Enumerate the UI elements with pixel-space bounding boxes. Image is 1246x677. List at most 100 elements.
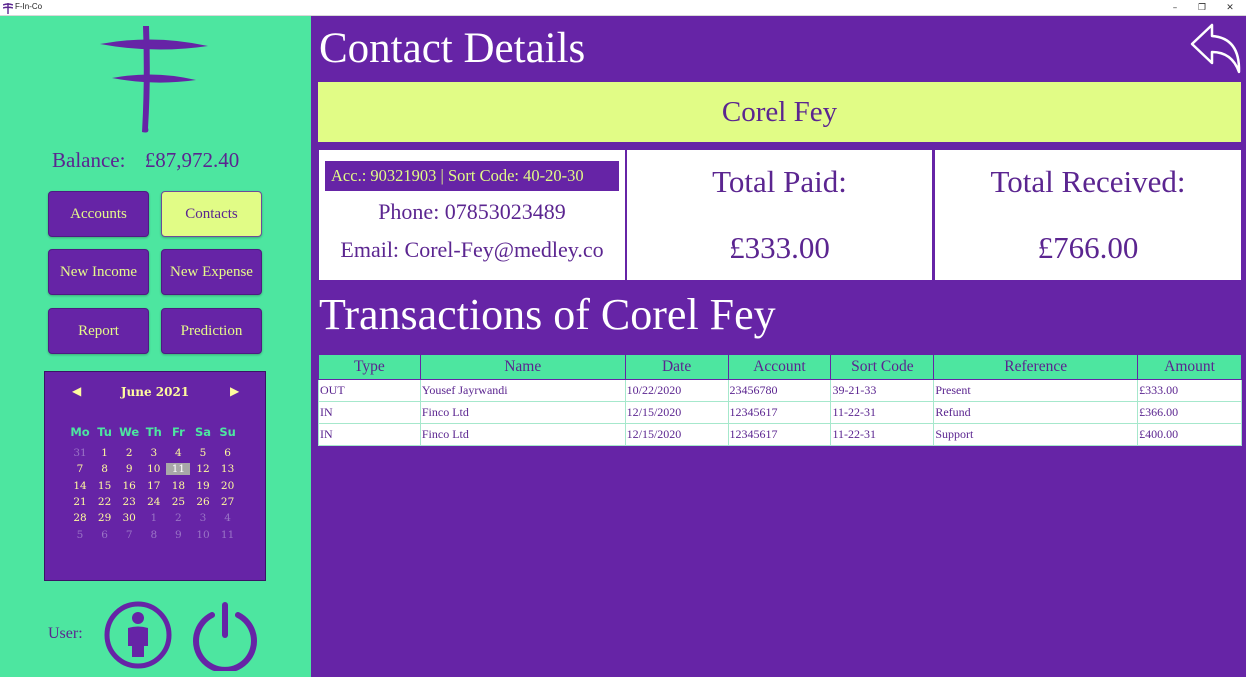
table-cell: Finco Ltd	[419, 401, 626, 424]
total-received-card: Total Received: £766.00	[935, 150, 1241, 280]
calendar-day[interactable]: 18	[166, 480, 190, 492]
transactions-title: Transactions of Corel Fey	[319, 290, 776, 339]
table-cell: £366.00	[1137, 401, 1242, 424]
calendar-weekday: Fr	[171, 425, 185, 439]
table-cell: 39-21-33	[830, 379, 935, 402]
table-row[interactable]: IN Finco Ltd 12/15/2020 12345617 11-22-3…	[318, 423, 1242, 446]
table-cell: 12/15/2020	[624, 401, 729, 424]
total-paid-value: £333.00	[729, 230, 830, 265]
calendar-day[interactable]: 29	[93, 512, 117, 524]
calendar-day[interactable]: 2	[117, 447, 141, 459]
calendar-day[interactable]: 1	[93, 447, 117, 459]
calendar-day[interactable]: 4	[166, 447, 190, 459]
calendar-day[interactable]: 7	[117, 529, 141, 541]
calendar-day[interactable]: 25	[166, 496, 190, 508]
calendar: ◀ June 2021 ▶ Mo Tu We Th Fr Sa Su 31 1 2 3 4 5 6 7 8 9…	[44, 371, 266, 581]
calendar-day[interactable]: 30	[117, 512, 141, 524]
column-header-type[interactable]: Type	[318, 354, 421, 380]
column-header-date[interactable]: Date	[624, 354, 729, 380]
page-title: Contact Details	[319, 25, 586, 72]
calendar-weekday: Tu	[97, 425, 112, 439]
back-arrow-icon[interactable]	[1188, 22, 1242, 76]
calendar-day[interactable]: 16	[117, 480, 141, 492]
power-icon[interactable]	[190, 601, 260, 671]
balance-label: Balance:	[52, 148, 126, 172]
column-header-name[interactable]: Name	[419, 354, 626, 380]
table-row[interactable]: IN Finco Ltd 12/15/2020 12345617 11-22-3…	[318, 401, 1242, 424]
table-cell: Finco Ltd	[419, 423, 626, 446]
calendar-day[interactable]: 5	[191, 447, 215, 459]
new-expense-button[interactable]: New Expense	[161, 249, 262, 295]
calendar-day[interactable]: 17	[142, 480, 166, 492]
table-row[interactable]: OUT Yousef Jayrwandi 10/22/2020 23456780…	[318, 379, 1242, 402]
calendar-day[interactable]: 8	[93, 463, 117, 475]
calendar-day[interactable]: 15	[93, 480, 117, 492]
calendar-day[interactable]: 11	[166, 463, 191, 476]
calendar-day[interactable]: 31	[68, 447, 92, 459]
calendar-day[interactable]: 8	[142, 529, 166, 541]
next-month-icon[interactable]: ▶	[230, 384, 239, 398]
total-paid-label: Total Paid:	[712, 164, 847, 199]
table-cell: Present	[933, 379, 1139, 402]
calendar-day[interactable]: 23	[117, 496, 141, 508]
calendar-day[interactable]: 24	[142, 496, 166, 508]
close-button[interactable]: ✕	[1216, 0, 1244, 16]
new-income-button[interactable]: New Income	[48, 249, 149, 295]
calendar-day[interactable]: 19	[191, 480, 215, 492]
prediction-button[interactable]: Prediction	[161, 308, 262, 354]
calendar-day[interactable]: 9	[166, 529, 190, 541]
calendar-day[interactable]: 10	[142, 463, 166, 475]
calendar-day[interactable]: 13	[216, 463, 240, 475]
calendar-day[interactable]: 28	[68, 512, 92, 524]
contacts-button[interactable]: Contacts	[161, 191, 262, 237]
table-cell: IN	[318, 401, 421, 424]
calendar-day[interactable]: 6	[93, 529, 117, 541]
calendar-weekday: We	[119, 425, 140, 439]
calendar-day[interactable]: 2	[166, 512, 190, 524]
accounts-button[interactable]: Accounts	[48, 191, 149, 237]
column-header-amount[interactable]: Amount	[1137, 354, 1242, 380]
calendar-day[interactable]: 21	[68, 496, 92, 508]
calendar-day[interactable]: 27	[216, 496, 240, 508]
column-header-account[interactable]: Account	[727, 354, 832, 380]
calendar-day[interactable]: 6	[216, 447, 240, 459]
calendar-day[interactable]: 12	[191, 463, 215, 475]
calendar-day[interactable]: 26	[191, 496, 215, 508]
calendar-day[interactable]: 7	[68, 463, 92, 475]
restore-button[interactable]: ❐	[1188, 0, 1216, 16]
column-header-reference[interactable]: Reference	[933, 354, 1139, 380]
calendar-day[interactable]: 14	[68, 480, 92, 492]
finco-logo	[100, 26, 208, 133]
calendar-day[interactable]: 3	[142, 447, 166, 459]
balance-display: Balance: £87,972.40	[52, 148, 239, 173]
calendar-header: ◀ June 2021 ▶	[45, 384, 265, 402]
calendar-day[interactable]: 1	[142, 512, 166, 524]
report-button[interactable]: Report	[48, 308, 149, 354]
calendar-weekday: Mo	[70, 425, 90, 439]
calendar-day[interactable]: 5	[68, 529, 92, 541]
table-cell: Yousef Jayrwandi	[419, 379, 626, 402]
table-cell: £333.00	[1137, 379, 1242, 402]
table-cell: 11-22-31	[830, 401, 935, 424]
calendar-day[interactable]: 3	[191, 512, 215, 524]
calendar-weekday: Th	[145, 425, 162, 439]
table-cell: 10/22/2020	[624, 379, 729, 402]
table-cell: 12/15/2020	[624, 423, 729, 446]
minimize-button[interactable]: –	[1161, 0, 1189, 16]
calendar-day[interactable]: 11	[216, 529, 240, 541]
table-cell: 12345617	[727, 423, 832, 446]
table-cell: Support	[933, 423, 1139, 446]
calendar-day[interactable]: 10	[191, 529, 215, 541]
calendar-day[interactable]: 22	[93, 496, 117, 508]
calendar-day[interactable]: 4	[216, 512, 240, 524]
balance-value: £87,972.40	[144, 148, 240, 172]
table-cell: IN	[318, 423, 421, 446]
user-avatar-icon[interactable]	[104, 601, 172, 669]
app-logo-icon	[3, 3, 13, 14]
calendar-day[interactable]: 9	[117, 463, 141, 475]
column-header-sort-code[interactable]: Sort Code	[830, 354, 935, 380]
calendar-day[interactable]: 20	[216, 480, 240, 492]
table-cell: 23456780	[727, 379, 832, 402]
phone-line: Phone: 07853023489	[378, 199, 566, 224]
table-cell: 11-22-31	[830, 423, 935, 446]
